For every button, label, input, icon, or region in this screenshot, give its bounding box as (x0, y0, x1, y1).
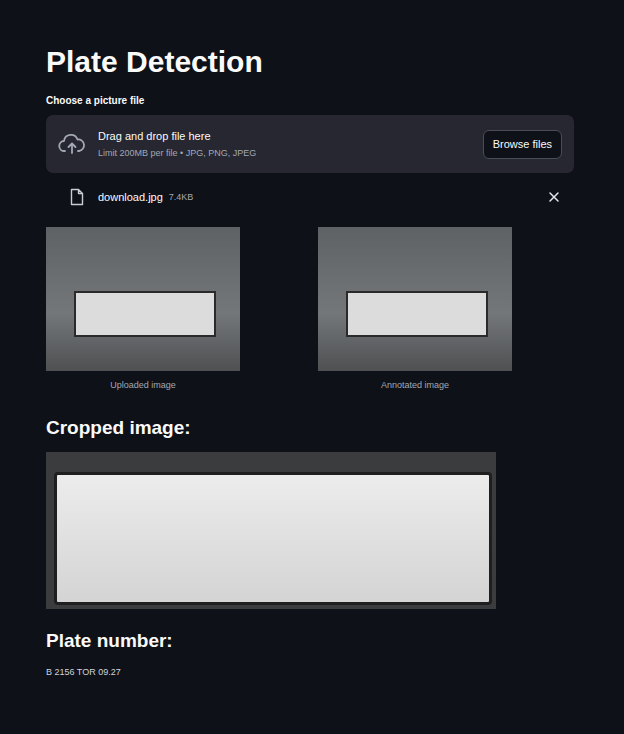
uploaded-file: download.jpg 7.4KB (46, 185, 574, 209)
plate-number-text: B 2156 TOR 09.27 (46, 665, 574, 679)
cropped-plate-area (54, 472, 492, 605)
plate-area (74, 291, 216, 337)
plate-area (346, 291, 488, 337)
plate-number-heading: Plate number: (46, 628, 574, 654)
dropzone-text: Drag and drop file here Limit 200MB per f… (98, 128, 471, 160)
cloud-upload-icon (58, 133, 86, 155)
file-icon (70, 188, 84, 206)
image-columns: Uploaded image Annotated image (46, 227, 574, 391)
file-name: download.jpg (98, 191, 163, 203)
car-photo (318, 227, 512, 371)
file-dropzone[interactable]: Drag and drop file here Limit 200MB per f… (46, 115, 574, 173)
image-column: Uploaded image (46, 227, 302, 391)
browse-files-button[interactable]: Browse files (483, 130, 562, 159)
uploader-label: Choose a picture file (46, 94, 574, 108)
page-title: Plate Detection (46, 44, 574, 80)
car-photo (46, 227, 240, 371)
cropped-photo (46, 452, 496, 609)
dropzone-prompt: Drag and drop file here (98, 128, 471, 144)
dropzone-limits: Limit 200MB per file • JPG, PNG, JPEG (98, 147, 471, 160)
plate-detection-page: Plate Detection Choose a picture file Drag… (0, 0, 624, 734)
remove-file-icon[interactable] (548, 191, 560, 203)
cropped-heading: Cropped image: (46, 415, 574, 441)
file-size: 7.4KB (169, 192, 194, 202)
image-column: Annotated image (318, 227, 574, 391)
image-caption: Uploaded image (46, 379, 240, 391)
image-caption: Annotated image (318, 379, 512, 391)
